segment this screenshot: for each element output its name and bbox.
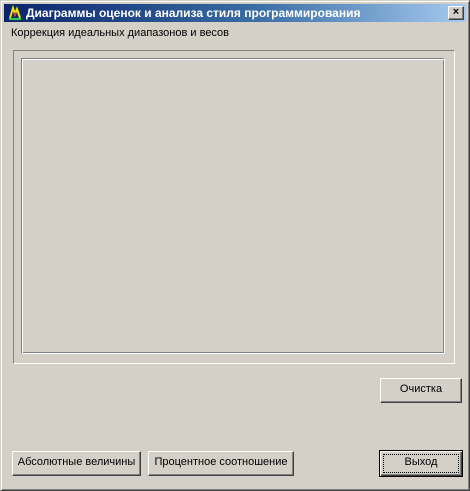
chart-area[interactable] bbox=[21, 58, 445, 354]
exit-button-label: Выход bbox=[404, 456, 438, 468]
exit-button[interactable]: Выход bbox=[379, 450, 463, 477]
clear-button-label: Очистка bbox=[399, 383, 443, 395]
title-bar[interactable]: Диаграммы оценок и анализа стиля програм… bbox=[4, 4, 466, 22]
absolute-values-button[interactable]: Абсолютные величины bbox=[12, 451, 141, 476]
close-button[interactable]: × bbox=[448, 6, 464, 20]
close-icon: × bbox=[452, 6, 460, 18]
clear-button[interactable]: Очистка bbox=[380, 378, 462, 403]
absolute-values-button-label: Абсолютные величины bbox=[17, 456, 136, 468]
window-title: Диаграммы оценок и анализа стиля програм… bbox=[26, 6, 361, 20]
main-window: Диаграммы оценок и анализа стиля програм… bbox=[0, 0, 470, 491]
chart-panel bbox=[13, 50, 455, 364]
app-icon bbox=[7, 4, 23, 21]
percent-ratio-button[interactable]: Процентное соотношение bbox=[148, 451, 294, 476]
percent-ratio-button-label: Процентное соотношение bbox=[154, 456, 288, 468]
section-caption: Коррекция идеальных диапазонов и весов bbox=[11, 27, 230, 39]
